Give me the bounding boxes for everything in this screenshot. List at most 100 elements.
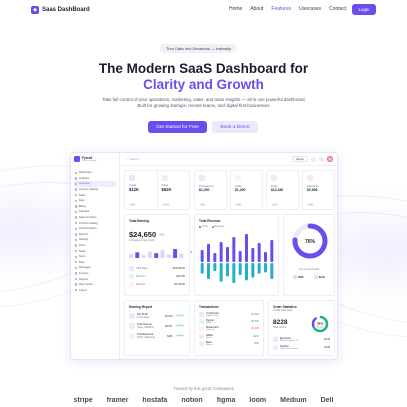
sidebar-item-icon <box>75 199 78 202</box>
nav-link-features[interactable]: Features <box>271 6 291 12</box>
search-input[interactable]: Search... <box>130 157 141 161</box>
sidebar-item-icon <box>75 205 78 208</box>
earning-mini-bar <box>154 253 159 258</box>
settings-icon[interactable] <box>319 156 324 162</box>
transaction-amount: -$1,230 <box>250 327 259 331</box>
sidebar-item[interactable]: Logout <box>74 287 116 293</box>
avatar[interactable] <box>327 156 333 162</box>
transaction-amount: -$2,820 <box>250 313 259 316</box>
sidebar-item-icon <box>75 266 78 270</box>
earning-row-left: Total Sales <box>129 266 148 271</box>
transaction-sub: Refund <box>206 343 213 346</box>
earning-row: Refunds $4,700.00 <box>129 282 185 287</box>
report-row-amount: $3,571 <box>165 324 173 328</box>
kpi-value: $62K <box>161 187 172 192</box>
kpi-card: Credit $12K +8% <box>125 171 158 209</box>
revenue-bar-expense <box>207 263 210 279</box>
sidebar-item[interactable]: Team <box>74 254 116 260</box>
brand-logo[interactable]: ◆ Saas DashBoard <box>31 6 90 14</box>
transaction-row-left: Wallet Mac'd <box>199 333 213 339</box>
sidebar-item-label: Support <box>78 277 88 281</box>
total-earning-note: Compared to last month <box>129 239 155 242</box>
nav-link-about[interactable]: About <box>250 6 263 12</box>
transaction-sub: Netflix <box>206 322 212 325</box>
kpi-badge: +6% <box>199 204 207 206</box>
earning-mini-bar <box>147 251 152 258</box>
kpi-icon <box>161 175 168 181</box>
transaction-row[interactable]: Bank Refund +$96 <box>199 340 259 346</box>
kpi-value: $12,430 <box>271 188 284 192</box>
total-revenue-card: Total Revenue Profit Expense <box>194 214 279 296</box>
period-select[interactable]: Weekly <box>292 156 308 162</box>
report-row-badge: +18.6% <box>174 315 185 317</box>
sidebar-item[interactable]: Data <box>74 198 116 204</box>
book-demo-button[interactable]: Book a Demo <box>212 121 258 133</box>
sidebar-item-icon <box>75 233 78 236</box>
transaction-text: Bank Refund <box>206 341 212 346</box>
sidebar-item[interactable]: Messages <box>74 265 116 271</box>
earning-row-icon <box>129 282 134 287</box>
sidebar-item[interactable]: Overview <box>74 181 116 187</box>
order-row-amount: 82.5k <box>324 338 330 341</box>
order-stats-value-label: Total Orders <box>273 326 287 329</box>
transaction-sub: Mac'd <box>206 336 212 339</box>
growth-stat: $52k <box>293 275 304 279</box>
revenue-bar-expense <box>251 263 255 278</box>
kpi-card: Order $1,200 +4% <box>230 170 263 210</box>
transaction-row[interactable]: Mastercard Starbuck -$1,230 <box>199 326 259 332</box>
growth-label: Community Growth <box>298 268 320 271</box>
sidebar-item[interactable]: Settings <box>74 237 116 243</box>
report-row-sub: ADVT, Marketing <box>137 336 155 339</box>
order-row-sub: Mobile, Earbuds, TV <box>280 340 299 342</box>
sidebar-item-icon <box>75 289 78 292</box>
sidebar-item[interactable]: Cloud Analytics <box>74 226 116 232</box>
sidebar-item-icon <box>75 261 78 264</box>
dashboard-search[interactable]: ⌕ Search... <box>126 157 141 161</box>
sidebar-item-label: Billing <box>78 204 86 208</box>
sidebar-item[interactable]: Dashboard <box>74 170 116 176</box>
revenue-bar-profit <box>219 242 223 262</box>
kpi-group: Credit $12K +8% Sales $62K +12% <box>124 170 190 210</box>
transaction-row[interactable]: Credit Card Digital Ocean -$2,820 <box>199 312 259 317</box>
transaction-amount: +$250 <box>252 334 259 338</box>
growth-donut: 76% <box>292 223 328 259</box>
get-started-button[interactable]: Get Started for Free <box>148 121 207 133</box>
nav-link-usecases[interactable]: Usecases <box>299 6 321 12</box>
report-row-badge: +39.6% <box>174 325 185 327</box>
nav-link-contact[interactable]: Contact <box>329 6 346 12</box>
revenue-bar-profit <box>257 243 261 262</box>
order-row: Fashion Tshirt, Jeans, Shoes 23.8k <box>273 345 330 350</box>
landing-page: ◆ Saas DashBoard Home About Features Usecas… <box>0 0 407 407</box>
sidebar-item-icon <box>75 244 78 247</box>
nav-link-home[interactable]: Home <box>229 6 242 12</box>
transaction-text: Credit Card Digital Ocean <box>206 312 219 317</box>
login-button[interactable]: Login <box>352 4 376 15</box>
transaction-row-left: Mastercard Starbuck <box>199 326 219 332</box>
earning-row-amount: $12,780 <box>176 275 185 278</box>
revenue-bar-profit <box>251 248 255 262</box>
transaction-amount: +$2,820 <box>250 320 259 324</box>
transaction-row[interactable]: Paypal Netflix +$2,820 <box>199 319 259 325</box>
report-row-left: Total Income Sales, Affiliation <box>129 323 154 329</box>
report-row-amount: $1,619 <box>165 314 173 318</box>
transaction-row[interactable]: Wallet Mac'd +$250 <box>199 333 259 339</box>
company-logo: loom <box>249 397 267 404</box>
earning-mini-bar <box>166 254 171 258</box>
transaction-icon <box>199 326 204 332</box>
growth-card: 76% Community Growth $52k $2.2k <box>283 214 335 296</box>
revenue-bar-expense <box>226 263 229 277</box>
notification-icon[interactable] <box>311 156 316 162</box>
trusted-label: Trusted by this great Companies <box>173 386 234 391</box>
earning-row-label: Refunds <box>136 283 145 286</box>
sidebar-item-label: Tasks <box>78 249 86 253</box>
growth-stat-icon <box>293 275 298 279</box>
earning-mini-bars <box>129 249 184 258</box>
kpi-badge: +3% <box>307 204 315 206</box>
growth-stat-value: $2.2k <box>318 275 325 279</box>
trusted-logos: stripe framer hostafa notion figma loom Medium… <box>0 397 407 407</box>
report-row: Total Expense ADVT, Marketing $430 +52.8% <box>129 333 185 339</box>
sidebar-item[interactable]: Calendar <box>74 209 116 215</box>
revenue-bar-profit <box>270 240 274 262</box>
earning-row-amount: $4,700.00 <box>174 283 185 286</box>
topbar-actions: Weekly <box>292 156 333 162</box>
